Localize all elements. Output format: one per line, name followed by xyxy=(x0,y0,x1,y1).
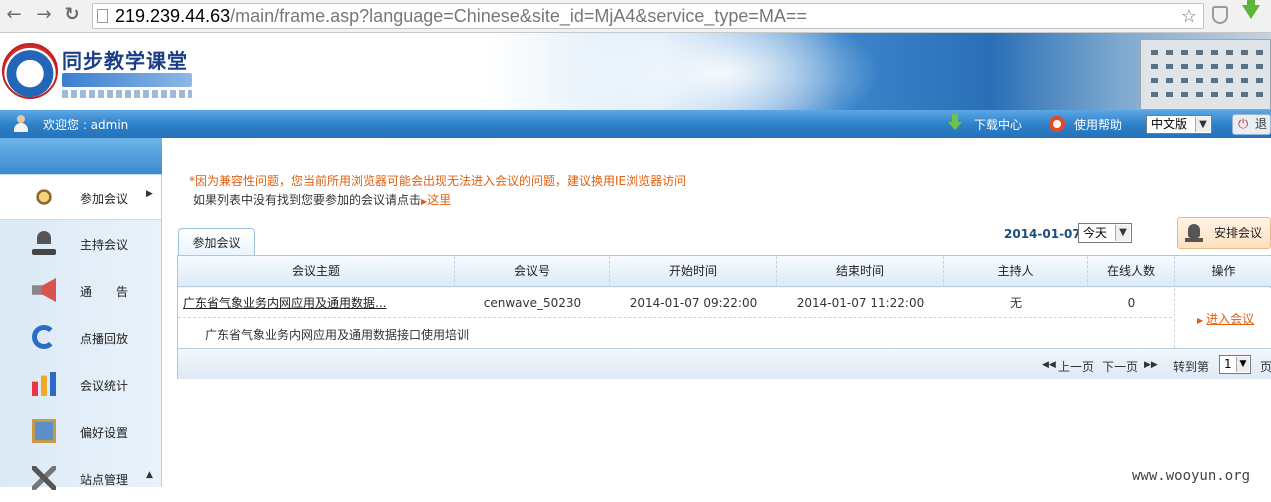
start-time: 2014-01-07 09:22:00 xyxy=(629,296,758,310)
tab-join-meeting[interactable]: 参加会议 xyxy=(178,228,255,256)
sidebar-item-playback[interactable]: 点播回放 xyxy=(0,315,161,361)
chevron-right-icon: ▶ xyxy=(146,189,153,199)
download-icon[interactable] xyxy=(948,114,962,134)
pagination-bar: ◀◀ 上一页 下一页 ▶▶ 转到第 1 ▼ 页 xyxy=(178,348,1271,379)
date-range-select[interactable]: 今天 ▼ xyxy=(1078,223,1132,243)
tools-icon xyxy=(32,466,56,490)
column-header-online: 在线人数 xyxy=(1088,256,1175,287)
download-extension-icon[interactable] xyxy=(1242,0,1260,19)
action-cell: ▶ 进入会议 xyxy=(1174,288,1271,348)
meeting-description: 广东省气象业务内网应用及通用数据接口使用培训 xyxy=(205,328,470,342)
help-link[interactable]: 使用帮助 xyxy=(1074,116,1122,133)
meeting-icon xyxy=(32,185,56,209)
bar-chart-icon xyxy=(32,372,56,396)
hint-text: 如果列表中没有找到您要参加的会议请点击 xyxy=(193,193,422,207)
browser-toolbar: ← → ↻ 219.239.44.63/main/frame.asp?langu… xyxy=(0,0,1271,33)
table-row-description: 广东省气象业务内网应用及通用数据接口使用培训 xyxy=(178,318,1174,348)
welcome-text: 欢迎您 : admin xyxy=(43,118,129,132)
column-header-end: 结束时间 xyxy=(777,256,944,287)
reload-icon[interactable]: ↻ xyxy=(60,3,84,27)
column-header-number: 会议号 xyxy=(455,256,610,287)
forward-icon[interactable]: → xyxy=(32,3,56,27)
table-row: 广东省气象业务内网应用及通用数据... cenwave_50230 2014-0… xyxy=(178,288,1271,318)
column-header-topic: 会议主题 xyxy=(178,256,455,287)
cma-logo-icon xyxy=(2,43,58,99)
chevron-down-icon: ▼ xyxy=(1236,357,1249,372)
column-header-start: 开始时间 xyxy=(610,256,777,287)
help-lifebuoy-icon[interactable] xyxy=(1049,116,1065,132)
column-header-host: 主持人 xyxy=(944,256,1088,287)
page-unit-label: 页 xyxy=(1260,360,1271,374)
url-host: 219.239.44.63 xyxy=(115,6,231,26)
sidebar-item-label: 参加会议 xyxy=(80,192,129,206)
sidebar: 参加会议 ▶ 主持会议 通 告 点播回放 会议统计 偏好设置 站点管理 ▲ xyxy=(0,138,162,490)
enter-meeting-label: 进入会议 xyxy=(1206,312,1255,326)
address-bar[interactable]: 219.239.44.63/main/frame.asp?language=Ch… xyxy=(92,3,1204,29)
arrow-right-icon: ▶ xyxy=(1197,316,1204,325)
language-select[interactable]: 中文版 ▼ xyxy=(1146,115,1212,134)
not-found-hint: 如果列表中没有找到您要参加的会议请点击▶这里 xyxy=(193,191,451,208)
page-icon xyxy=(97,9,108,23)
megaphone-icon xyxy=(32,278,56,302)
logo-subtitle-graphic xyxy=(62,73,192,87)
prev-page-link[interactable]: 上一页 xyxy=(1058,358,1094,375)
date-range-value: 今天 xyxy=(1083,226,1108,240)
language-value: 中文版 xyxy=(1151,117,1188,131)
compatibility-warning: *因为兼容性问题，您当前所用浏览器可能会出现无法进入会议的问题，建议换用IE浏览… xyxy=(189,174,687,188)
page-select[interactable]: 1 ▼ xyxy=(1219,355,1251,374)
logout-button[interactable]: 退 xyxy=(1232,114,1271,135)
url-path: /main/frame.asp?language=Chinese&site_id… xyxy=(230,6,807,26)
bookmark-star-icon[interactable]: ☆ xyxy=(1181,4,1197,28)
sidebar-item-announcements[interactable]: 通 告 xyxy=(0,268,161,314)
logo-english-graphic xyxy=(62,90,192,98)
chevron-up-icon: ▲ xyxy=(146,470,153,480)
sidebar-item-label: 会议统计 xyxy=(80,379,129,393)
shield-extension-icon[interactable] xyxy=(1212,6,1228,24)
top-nav-bar: 欢迎您 : admin 下载中心 使用帮助 中文版 ▼ 退 xyxy=(0,110,1271,138)
site-title: 同步教学课堂 xyxy=(62,49,188,73)
goto-label: 转到第 xyxy=(1173,360,1210,374)
meeting-number: cenwave_50230 xyxy=(483,296,582,310)
sidebar-item-label: 站点管理 xyxy=(80,473,129,487)
prev-page-icon[interactable]: ◀◀ xyxy=(1042,360,1056,370)
page-value: 1 xyxy=(1224,357,1232,371)
microphone-icon xyxy=(32,231,56,255)
enter-meeting-link[interactable]: ▶ 进入会议 xyxy=(1197,310,1254,327)
column-header-action: 操作 xyxy=(1211,264,1236,278)
next-page-icon[interactable]: ▶▶ xyxy=(1144,360,1158,370)
sidebar-item-label: 偏好设置 xyxy=(80,426,129,440)
logout-label: 退 xyxy=(1255,117,1268,131)
sidebar-item-host-meeting[interactable]: 主持会议 xyxy=(0,221,161,267)
watermark: www.wooyun.org xyxy=(1132,468,1251,484)
chevron-down-icon: ▼ xyxy=(1195,117,1210,132)
current-date: 2014-01-07 xyxy=(1004,227,1081,241)
here-link[interactable]: 这里 xyxy=(427,193,451,207)
sidebar-item-label: 主持会议 xyxy=(80,238,129,252)
building-image xyxy=(1140,39,1271,110)
sidebar-item-join-meeting[interactable]: 参加会议 ▶ xyxy=(0,174,161,220)
sidebar-header xyxy=(0,138,162,174)
site-banner: 同步教学课堂 xyxy=(0,33,1271,110)
meeting-table-panel: 会议主题 会议号 开始时间 结束时间 主持人 在线人数 操作 广东省气象业务内网… xyxy=(177,255,1271,379)
next-page-link[interactable]: 下一页 xyxy=(1102,358,1138,375)
picture-frame-icon xyxy=(32,419,56,443)
sidebar-item-site-admin[interactable]: 站点管理 ▲ xyxy=(0,456,161,502)
schedule-meeting-button[interactable]: 安排会议 xyxy=(1177,217,1271,249)
back-icon[interactable]: ← xyxy=(2,3,26,27)
download-center-link[interactable]: 下载中心 xyxy=(974,116,1022,133)
online-count: 0 xyxy=(1127,296,1136,310)
schedule-meeting-label: 安排会议 xyxy=(1214,226,1263,240)
user-icon xyxy=(14,115,28,133)
end-time: 2014-01-07 11:22:00 xyxy=(796,296,925,310)
replay-icon xyxy=(32,325,56,349)
sidebar-item-statistics[interactable]: 会议统计 xyxy=(0,362,161,408)
microphone-icon xyxy=(1185,224,1203,242)
host-name: 无 xyxy=(1009,296,1022,310)
sidebar-item-label: 点播回放 xyxy=(80,332,129,346)
sidebar-item-preferences[interactable]: 偏好设置 xyxy=(0,409,161,455)
sidebar-item-label: 通 告 xyxy=(80,285,129,299)
meeting-topic-link[interactable]: 广东省气象业务内网应用及通用数据... xyxy=(178,288,455,318)
chevron-down-icon: ▼ xyxy=(1115,225,1130,241)
table-header: 会议主题 会议号 开始时间 结束时间 主持人 在线人数 操作 xyxy=(178,256,1271,287)
